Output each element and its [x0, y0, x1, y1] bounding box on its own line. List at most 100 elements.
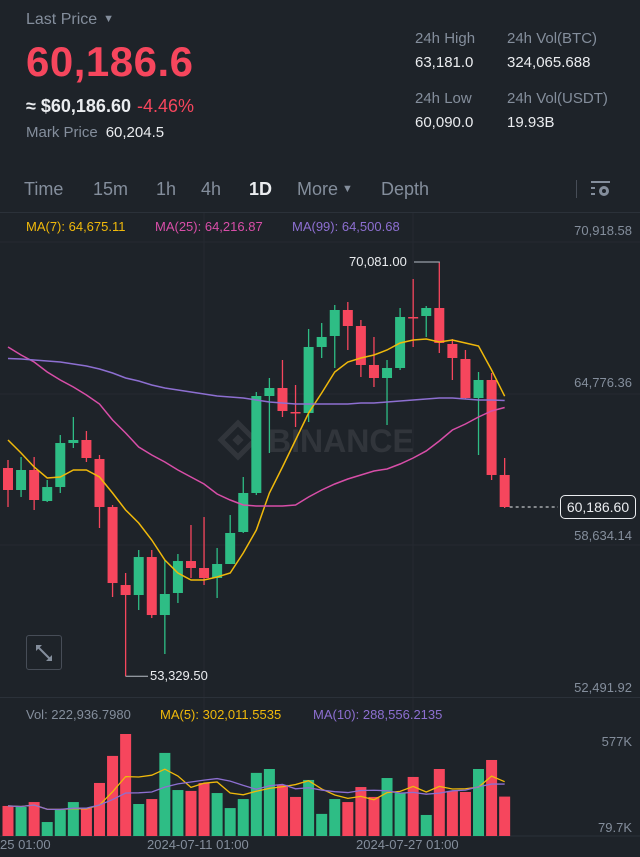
volume-bar [250, 772, 262, 836]
candle [460, 350, 471, 400]
candle-body [42, 487, 53, 502]
candle-body [316, 336, 327, 347]
vol-ma10-legend: MA(10): 288,556.2135 [313, 707, 443, 722]
candle [473, 372, 484, 456]
candle [185, 525, 196, 579]
candle-body [94, 459, 105, 507]
volume-bar [41, 822, 53, 836]
candle [133, 550, 144, 611]
candle-body [107, 506, 118, 584]
volume-bar [420, 814, 432, 836]
volume-bar [499, 796, 511, 836]
candle-body [81, 440, 92, 459]
candle [42, 480, 53, 503]
candle-body [199, 568, 210, 579]
volume-bar [198, 782, 210, 836]
volume-bar [54, 810, 66, 836]
volume-bar [276, 784, 288, 836]
candle [94, 454, 105, 529]
high-marker-label: 70,081.00 [349, 254, 407, 269]
candle-body [68, 440, 79, 444]
candle-body [408, 316, 419, 319]
volume-bar [120, 734, 132, 836]
candle [329, 304, 340, 369]
candle [408, 278, 419, 347]
volume-bar [263, 769, 275, 836]
watermark-text: BINANCE [268, 423, 414, 459]
candle-body [421, 308, 432, 317]
candle-body [29, 470, 40, 501]
price-axis-label: 52,491.92 [574, 680, 632, 695]
candle [68, 417, 79, 449]
candle-body [290, 412, 301, 414]
volume-bar [459, 791, 471, 836]
candle-body [146, 557, 157, 616]
candle [251, 392, 262, 495]
candle-body [460, 358, 471, 399]
volume-bar [368, 796, 380, 836]
candle-body [238, 492, 249, 533]
volume-bar [211, 793, 223, 836]
candle-body [225, 532, 236, 565]
price-axis-label: 58,634.14 [574, 528, 632, 543]
volume-bar [2, 805, 14, 836]
candle [486, 372, 497, 481]
candle [55, 435, 66, 493]
volume-bar [80, 808, 92, 836]
candle-body [342, 310, 353, 327]
candle [16, 457, 27, 498]
volume-bar [159, 752, 171, 836]
candle [290, 384, 301, 427]
volume-bar [433, 769, 445, 836]
vol-ma5-legend: MA(5): 302,011.5535 [160, 707, 282, 722]
candle-body [3, 468, 13, 491]
candle-body [447, 344, 458, 359]
volume-bar [290, 796, 302, 836]
volume-bar [172, 790, 184, 836]
fullscreen-button[interactable] [26, 635, 62, 670]
candle-body [499, 474, 510, 507]
volume-bar [473, 769, 485, 836]
volume-bar [224, 808, 236, 836]
volume-bar [93, 782, 105, 836]
candle-body [251, 396, 262, 493]
volume-bar [342, 802, 354, 836]
current-price-tag: 60,186.60 [560, 495, 636, 519]
candle [447, 339, 458, 381]
volume-bar [355, 787, 367, 836]
candlestick-chart[interactable]: BINANCE [0, 0, 640, 857]
candle [81, 430, 92, 463]
volume-axis-label: 79.7K [598, 820, 632, 835]
candle [199, 517, 210, 586]
x-axis-label: 2024-07-27 01:00 [356, 837, 459, 852]
volume-bar [133, 804, 145, 836]
binance-watermark: BINANCE [217, 419, 414, 461]
candle-body [277, 388, 288, 411]
volume-bar [486, 759, 498, 836]
candle-body [382, 368, 393, 379]
candle-body [172, 561, 183, 593]
candle [3, 460, 13, 508]
expand-icon [36, 644, 52, 661]
high-marker-line [414, 261, 440, 263]
candle-body [55, 443, 66, 488]
volume-bar [185, 790, 197, 836]
divider [0, 697, 640, 698]
candle [120, 572, 131, 677]
candle [382, 360, 393, 425]
candle [146, 550, 157, 619]
candle [159, 560, 170, 655]
x-axis-label: 25 01:00 [0, 837, 51, 852]
volume-bar [446, 790, 458, 836]
volume-bar [237, 799, 249, 836]
candle [107, 504, 118, 598]
candle [172, 554, 183, 604]
candle-body [120, 585, 131, 596]
candle-body [16, 470, 27, 491]
candle [434, 262, 445, 353]
volume-bar [394, 793, 406, 836]
volume-legend: Vol: 222,936.7980 [26, 707, 131, 722]
candle [499, 458, 510, 509]
volume-axis-label: 577K [601, 734, 632, 749]
candle-body [159, 594, 170, 616]
